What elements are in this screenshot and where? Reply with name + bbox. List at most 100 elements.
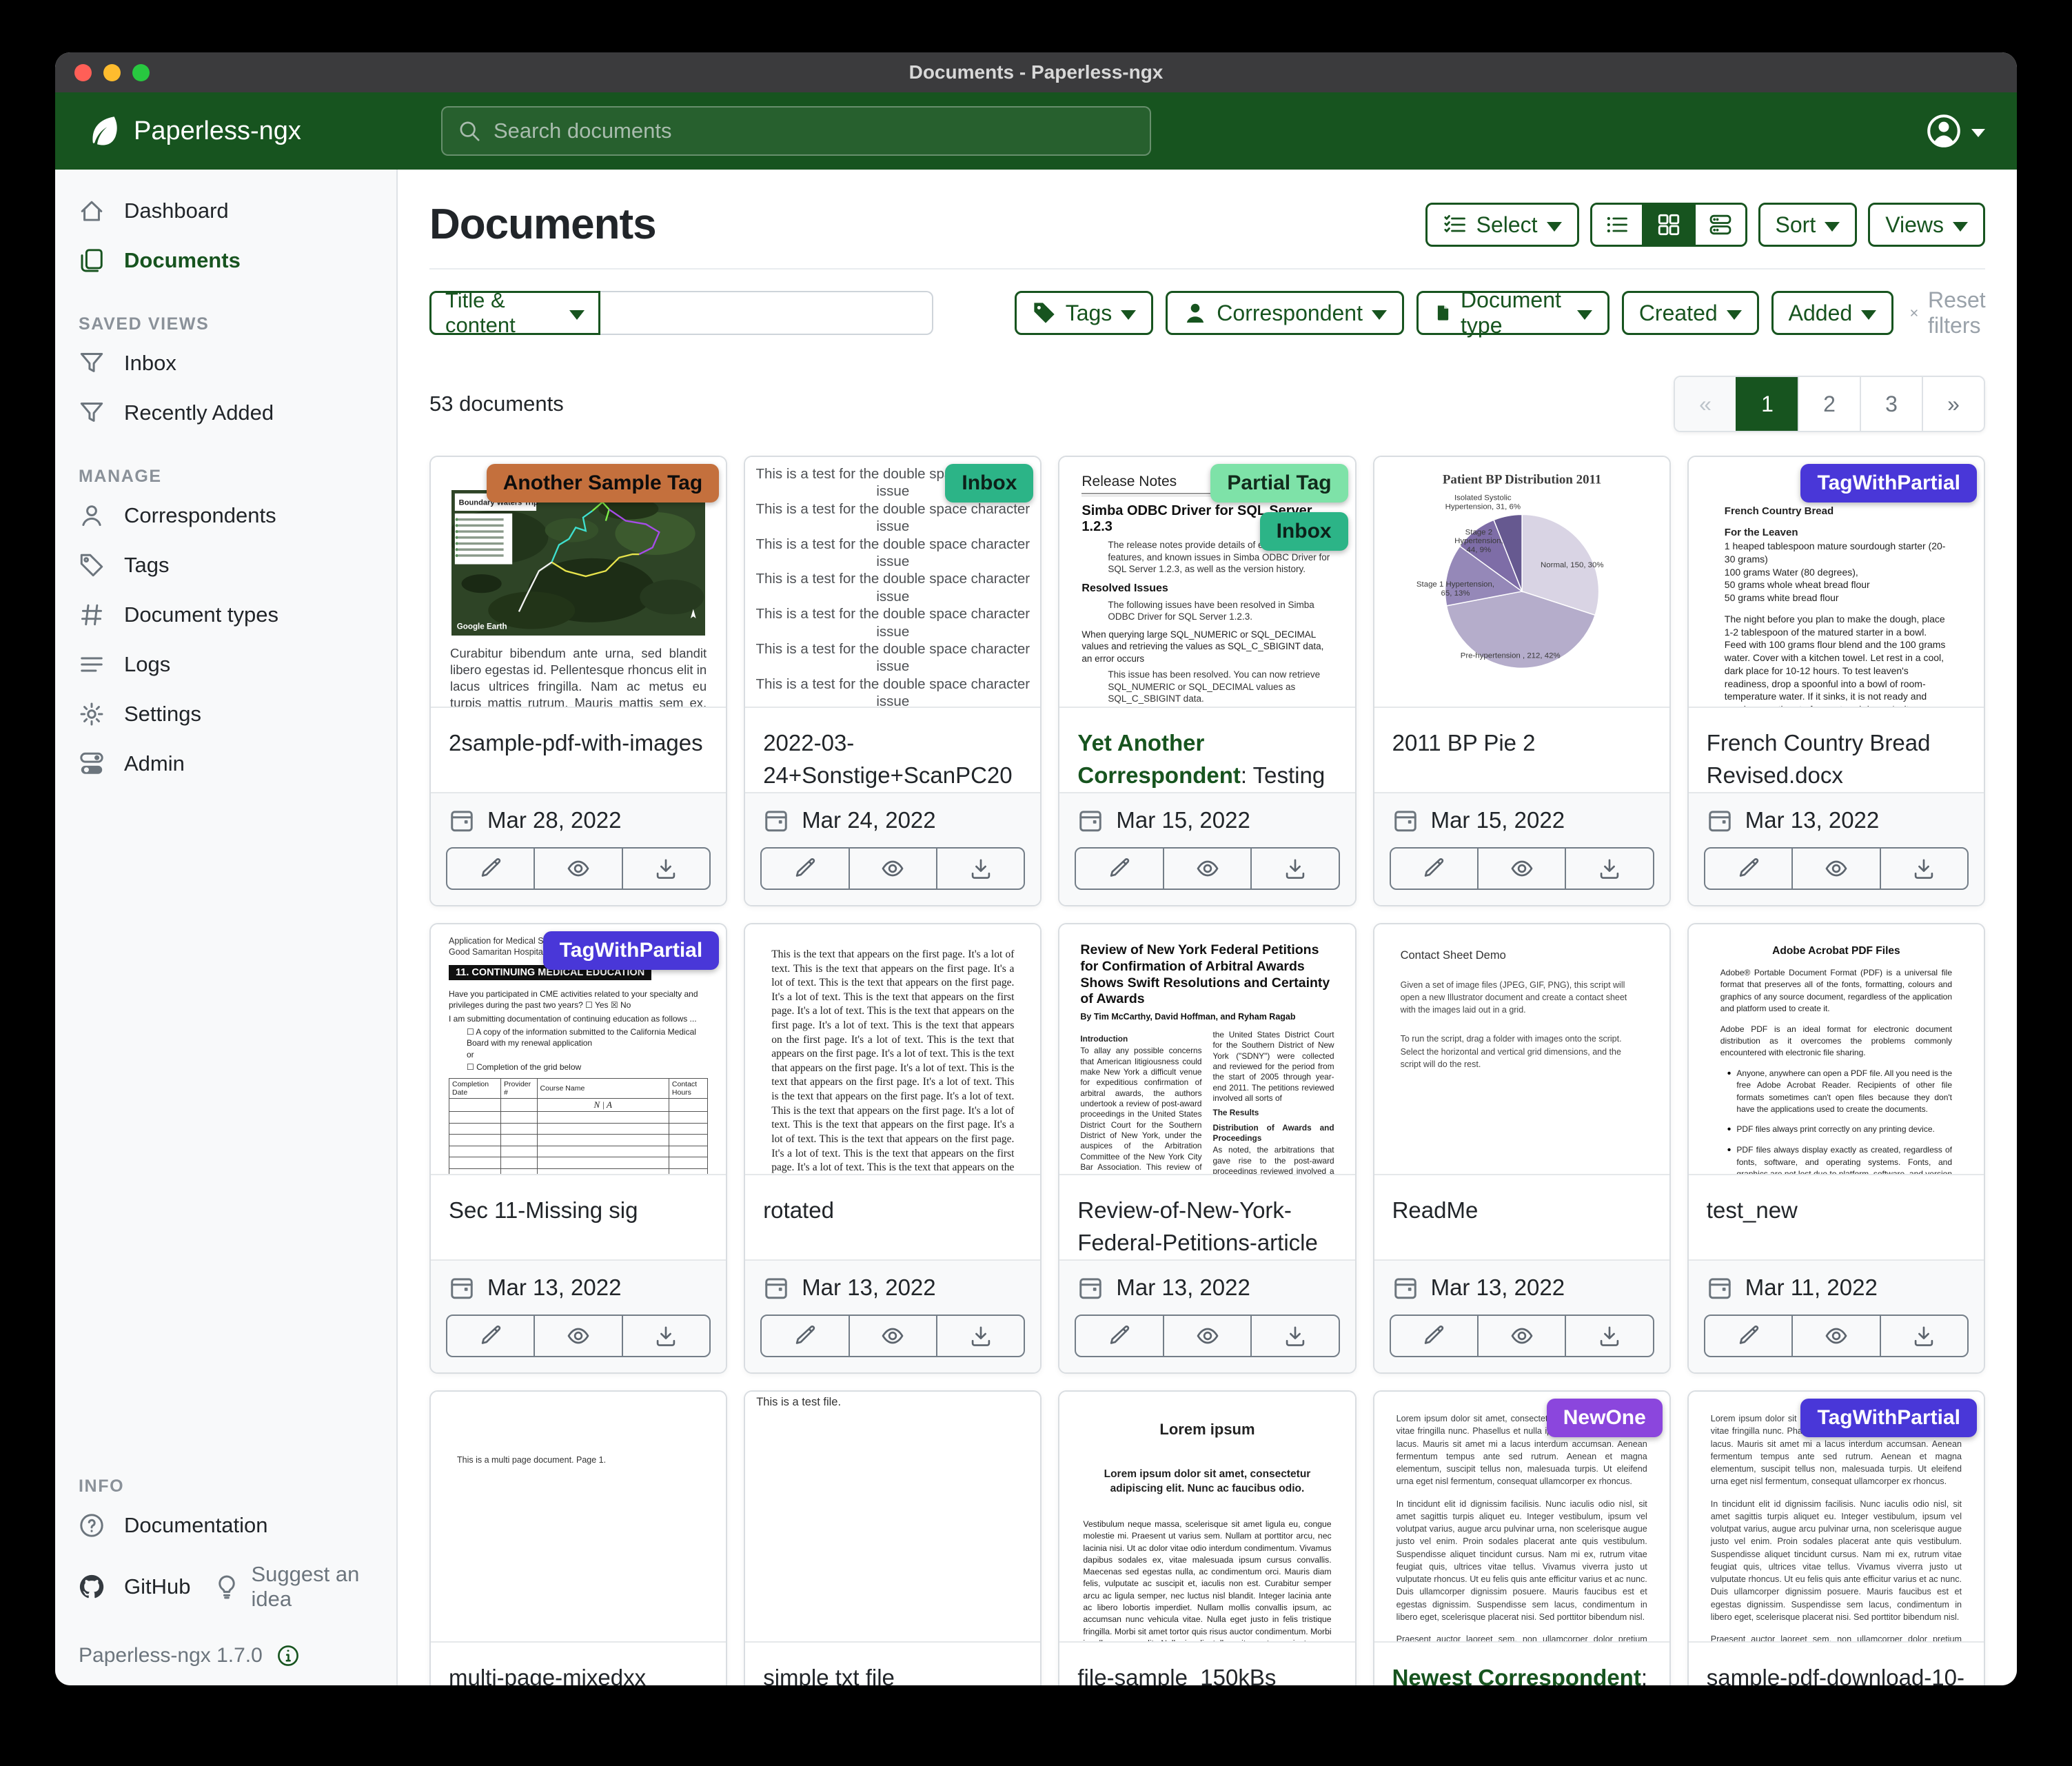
sidebar-item-logs[interactable]: Logs (55, 640, 396, 689)
document-thumbnail[interactable]: Contact Sheet DemoGiven a set of image f… (1374, 924, 1669, 1175)
search-input[interactable] (492, 118, 1135, 144)
views-button[interactable]: Views (1868, 203, 1985, 247)
sort-button[interactable]: Sort (1758, 203, 1858, 247)
view-document-button[interactable] (849, 1316, 936, 1356)
sidebar-item-documentation[interactable]: Documentation (55, 1501, 396, 1550)
view-document-button[interactable] (1163, 1316, 1250, 1356)
document-thumbnail[interactable]: Review of New York Federal Petitions for… (1059, 924, 1354, 1175)
document-thumbnail[interactable]: Release NotesSimba ODBC Driver for SQL S… (1059, 457, 1354, 708)
document-title[interactable]: sample-pdf-download-10-mb-longer-title (1689, 1643, 1984, 1685)
sidebar-item-inbox[interactable]: Inbox (55, 338, 396, 388)
download-document-button[interactable] (936, 1316, 1024, 1356)
document-title[interactable]: 2sample-pdf-with-images (431, 708, 726, 792)
title-content-dropdown[interactable]: Title & content (429, 291, 600, 335)
pagination-page-2[interactable]: 2 (1798, 377, 1860, 431)
pagination-next[interactable]: » (1922, 377, 1984, 431)
sidebar-item-correspondents[interactable]: Correspondents (55, 491, 396, 540)
document-title[interactable]: multi-page-mixedxx (431, 1643, 726, 1685)
document-title[interactable]: ReadMe (1374, 1175, 1669, 1259)
sidebar-item-document-types[interactable]: Document types (55, 590, 396, 640)
document-title[interactable]: Newest Correspondent: f_combinado (1374, 1643, 1669, 1685)
download-document-button[interactable] (1565, 1316, 1652, 1356)
download-document-button[interactable] (1880, 1316, 1967, 1356)
document-title[interactable]: 2022-03-24+Sonstige+ScanPC2022-03-24_081… (745, 708, 1040, 792)
view-document-button[interactable] (1791, 1316, 1879, 1356)
info-icon[interactable] (276, 1644, 300, 1667)
edit-document-button[interactable] (1391, 849, 1477, 889)
document-title[interactable]: Yet Another Correspondent: Testing Email (1059, 708, 1354, 792)
document-thumbnail[interactable]: This is the text that appears on the fir… (745, 924, 1040, 1175)
sidebar-item-recently-added[interactable]: Recently Added (55, 388, 396, 438)
document-title[interactable]: French Country Bread Revised.docx (1689, 708, 1984, 792)
edit-document-button[interactable] (762, 1316, 848, 1356)
tag-badge-inbox[interactable]: Inbox (1260, 512, 1348, 551)
tag-badge-tagwithpartial[interactable]: TagWithPartial (1800, 464, 1977, 503)
edit-document-button[interactable] (1391, 1316, 1477, 1356)
pagination-page-1[interactable]: 1 (1736, 377, 1798, 431)
sidebar-item-suggest-an-idea[interactable]: Suggest an idea (197, 1550, 396, 1623)
document-type-filter-button[interactable]: Document type (1416, 291, 1609, 335)
close-window-button[interactable] (74, 64, 92, 81)
view-grid-button[interactable] (1642, 205, 1694, 245)
created-filter-button[interactable]: Created (1622, 291, 1759, 335)
maximize-window-button[interactable] (132, 64, 150, 81)
tag-badge-partial[interactable]: Partial Tag (1210, 464, 1348, 503)
filter-query-input[interactable] (600, 291, 933, 335)
document-thumbnail[interactable]: This is a test for the double space char… (745, 457, 1040, 708)
minimize-window-button[interactable] (103, 64, 121, 81)
download-document-button[interactable] (622, 1316, 709, 1356)
document-thumbnail[interactable]: French Country BreadFor the Leaven1 heap… (1689, 457, 1984, 708)
download-document-button[interactable] (1250, 849, 1338, 889)
view-document-button[interactable] (534, 849, 621, 889)
tag-badge-inbox[interactable]: Inbox (945, 464, 1033, 503)
document-thumbnail[interactable]: This is a multi page document. Page 1. (431, 1392, 726, 1643)
document-thumbnail[interactable]: Patient BP Distribution 2011Normal, 150,… (1374, 457, 1669, 708)
pagination-page-3[interactable]: 3 (1860, 377, 1922, 431)
download-document-button[interactable] (1565, 849, 1652, 889)
tag-badge-another_sample[interactable]: Another Sample Tag (487, 464, 719, 503)
document-title[interactable]: file-sample_150kBs (1059, 1643, 1354, 1685)
download-document-button[interactable] (1250, 1316, 1338, 1356)
sidebar-item-admin[interactable]: Admin (55, 739, 396, 789)
view-document-button[interactable] (534, 1316, 621, 1356)
download-document-button[interactable] (936, 849, 1024, 889)
download-document-button[interactable] (622, 849, 709, 889)
sidebar-item-github[interactable]: GitHub (55, 1562, 197, 1612)
view-document-button[interactable] (1477, 1316, 1565, 1356)
sidebar-item-dashboard[interactable]: Dashboard (55, 186, 396, 236)
select-button[interactable]: Select (1425, 203, 1579, 247)
correspondent-filter-button[interactable]: Correspondent (1166, 291, 1404, 335)
document-title[interactable]: simple txt file (745, 1643, 1040, 1685)
document-title[interactable]: test_new (1689, 1175, 1984, 1259)
document-thumbnail[interactable]: Lorem ipsum dolor sit amet, consectetur … (1374, 1392, 1669, 1643)
tags-filter-button[interactable]: Tags (1015, 291, 1154, 335)
view-document-button[interactable] (1477, 849, 1565, 889)
document-thumbnail[interactable]: Lorem ipsumLorem ipsum dolor sit amet, c… (1059, 1392, 1354, 1643)
edit-document-button[interactable] (1076, 849, 1162, 889)
document-title[interactable]: Sec 11-Missing sig (431, 1175, 726, 1259)
document-thumbnail[interactable]: Adobe Acrobat PDF FilesAdobe® Portable D… (1689, 924, 1984, 1175)
added-filter-button[interactable]: Added (1771, 291, 1894, 335)
edit-document-button[interactable] (762, 849, 848, 889)
edit-document-button[interactable] (1705, 849, 1791, 889)
user-menu[interactable] (1926, 113, 1985, 149)
download-document-button[interactable] (1880, 849, 1967, 889)
edit-document-button[interactable] (447, 849, 534, 889)
document-thumbnail[interactable]: Application for Medical Staff MembersGoo… (431, 924, 726, 1175)
pagination-prev[interactable]: « (1675, 377, 1736, 431)
document-thumbnail[interactable]: Lorem ipsum dolor sit amet, consectetur … (1689, 1392, 1984, 1643)
sidebar-item-tags[interactable]: Tags (55, 540, 396, 590)
edit-document-button[interactable] (1705, 1316, 1791, 1356)
sidebar-item-settings[interactable]: Settings (55, 689, 396, 739)
document-thumbnail[interactable]: This is a test file. (745, 1392, 1040, 1643)
view-document-button[interactable] (849, 849, 936, 889)
sidebar-item-documents[interactable]: Documents (55, 236, 396, 285)
view-document-button[interactable] (1791, 849, 1879, 889)
view-list-button[interactable] (1592, 205, 1642, 245)
app-brand[interactable]: Paperless-ngx (87, 114, 301, 148)
edit-document-button[interactable] (1076, 1316, 1162, 1356)
document-title[interactable]: rotated (745, 1175, 1040, 1259)
view-detail-button[interactable] (1694, 205, 1745, 245)
view-document-button[interactable] (1163, 849, 1250, 889)
document-title[interactable]: 2011 BP Pie 2 (1374, 708, 1669, 792)
